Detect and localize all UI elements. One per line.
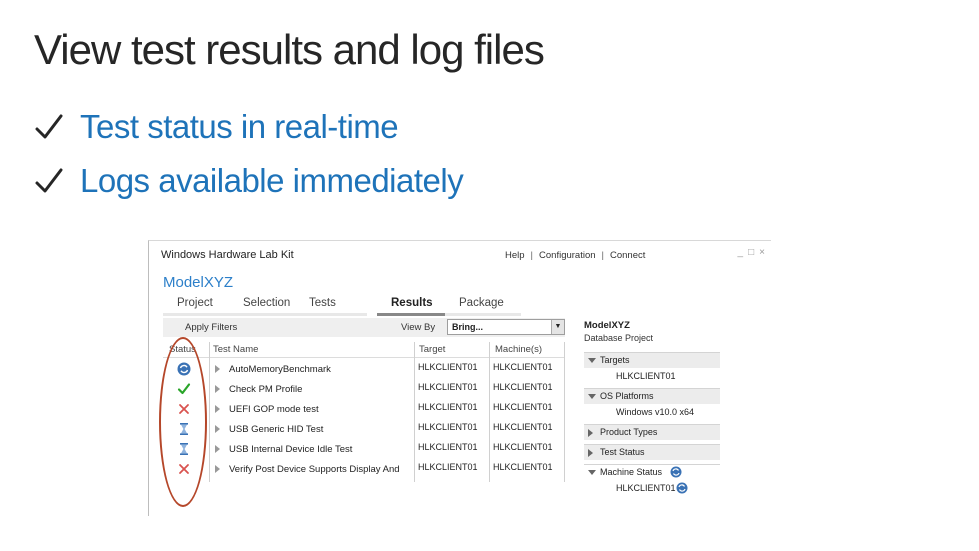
- targets-label: Targets: [600, 355, 630, 365]
- machine-status-section[interactable]: Machine Status: [584, 464, 720, 480]
- target-cell: HLKCLIENT01: [418, 422, 478, 432]
- tab-bar: Project Selection Tests Results Package: [163, 297, 603, 316]
- window-controls: _ □ ×: [738, 247, 765, 258]
- machine-cell: HLKCLIENT01: [493, 362, 553, 372]
- menu-separator: |: [530, 250, 534, 261]
- test-name-cell: USB Generic HID Test: [229, 424, 324, 435]
- machine-cell: HLKCLIENT01: [493, 442, 553, 452]
- product-types-label: Product Types: [600, 427, 658, 437]
- machine-cell: HLKCLIENT01: [493, 402, 553, 412]
- top-menu: Help | Configuration | Connect: [505, 250, 645, 261]
- refresh-icon: [670, 466, 682, 478]
- filter-bar: Apply Filters View By Bring... ▼: [163, 318, 565, 337]
- expand-row-icon[interactable]: [215, 425, 220, 433]
- tab-tests[interactable]: Tests: [295, 297, 367, 316]
- test-name-cell: Check PM Profile: [229, 384, 303, 395]
- side-panel-subtitle: Database Project: [584, 333, 654, 343]
- column-header-target[interactable]: Target: [419, 344, 445, 355]
- help-link[interactable]: Help: [505, 250, 525, 261]
- target-cell: HLKCLIENT01: [418, 382, 478, 392]
- menu-separator: |: [601, 250, 604, 261]
- view-by-value: Bring...: [452, 322, 483, 332]
- apply-filters-button[interactable]: Apply Filters: [185, 322, 237, 333]
- target-cell: HLKCLIENT01: [418, 442, 478, 452]
- tab-project[interactable]: Project: [163, 297, 239, 316]
- grid-header: Status Test Name Target Machine(s): [163, 342, 565, 358]
- checkmark-icon: [35, 168, 63, 193]
- test-name-cell: UEFI GOP mode test: [229, 404, 319, 415]
- refresh-icon: [676, 482, 688, 494]
- expand-row-icon[interactable]: [215, 385, 220, 393]
- collapse-icon[interactable]: [588, 470, 596, 475]
- machine-status-label: Machine Status: [600, 467, 663, 477]
- bullet-list: Test status in real-time Logs available …: [34, 100, 464, 208]
- bullet-text: Logs available immediately: [80, 162, 464, 199]
- bullet-text: Test status in real-time: [80, 108, 399, 145]
- table-row[interactable]: UEFI GOP mode test HLKCLIENT01 HLKCLIENT01: [163, 399, 565, 419]
- column-header-test-name[interactable]: Test Name: [213, 344, 258, 355]
- expand-icon[interactable]: [588, 449, 593, 457]
- tab-package[interactable]: Package: [445, 297, 521, 316]
- test-name-cell: Verify Post Device Supports Display And: [229, 464, 400, 475]
- os-platforms-label: OS Platforms: [600, 391, 654, 401]
- maximize-button[interactable]: □: [748, 247, 754, 258]
- tab-results[interactable]: Results: [377, 297, 451, 316]
- expand-row-icon[interactable]: [215, 465, 220, 473]
- title-bar: Windows Hardware Lab Kit Help | Configur…: [149, 241, 771, 269]
- expand-icon[interactable]: [588, 429, 593, 437]
- expand-row-icon[interactable]: [215, 365, 220, 373]
- dropdown-arrow-icon[interactable]: ▼: [551, 320, 564, 334]
- target-cell: HLKCLIENT01: [418, 362, 478, 372]
- status-column-highlight: [159, 337, 207, 507]
- product-types-section[interactable]: Product Types: [584, 424, 720, 440]
- machine-cell: HLKCLIENT01: [493, 422, 553, 432]
- target-item[interactable]: HLKCLIENT01: [616, 371, 676, 381]
- column-header-machines[interactable]: Machine(s): [495, 344, 542, 355]
- os-platforms-section[interactable]: OS Platforms: [584, 388, 720, 404]
- close-button[interactable]: ×: [759, 247, 765, 258]
- tab-selection[interactable]: Selection: [229, 297, 305, 316]
- bullet-item: Logs available immediately: [34, 154, 464, 208]
- slide-title: View test results and log files: [34, 26, 545, 73]
- expand-row-icon[interactable]: [215, 405, 220, 413]
- targets-section[interactable]: Targets: [584, 352, 720, 368]
- test-status-section[interactable]: Test Status: [584, 444, 720, 460]
- collapse-icon[interactable]: [588, 358, 596, 363]
- machine-item[interactable]: HLKCLIENT01: [616, 483, 676, 493]
- table-row[interactable]: Check PM Profile HLKCLIENT01 HLKCLIENT01: [163, 379, 565, 399]
- collapse-icon[interactable]: [588, 394, 596, 399]
- configuration-link[interactable]: Configuration: [539, 250, 596, 261]
- project-name: ModelXYZ: [163, 274, 234, 291]
- test-name-cell: AutoMemoryBenchmark: [229, 364, 331, 375]
- os-platform-item[interactable]: Windows v10.0 x64: [616, 407, 694, 417]
- view-by-label: View By: [401, 322, 436, 333]
- machine-cell: HLKCLIENT01: [493, 462, 553, 472]
- test-status-label: Test Status: [600, 447, 645, 457]
- minimize-button[interactable]: _: [738, 247, 744, 258]
- app-title: Windows Hardware Lab Kit: [161, 249, 294, 261]
- target-cell: HLKCLIENT01: [418, 462, 478, 472]
- table-row[interactable]: Verify Post Device Supports Display And H…: [163, 459, 565, 479]
- table-row[interactable]: USB Generic HID Test HLKCLIENT01 HLKCLIENT…: [163, 419, 565, 439]
- connect-link[interactable]: Connect: [610, 250, 645, 261]
- expand-row-icon[interactable]: [215, 445, 220, 453]
- bullet-item: Test status in real-time: [34, 100, 463, 154]
- target-cell: HLKCLIENT01: [418, 402, 478, 412]
- side-panel-title: ModelXYZ: [584, 320, 630, 331]
- table-row[interactable]: USB Internal Device Idle Test HLKCLIENT01…: [163, 439, 565, 459]
- machine-cell: HLKCLIENT01: [493, 382, 553, 392]
- table-row[interactable]: AutoMemoryBenchmark HLKCLIENT01 HLKCLIENT0…: [163, 359, 565, 379]
- test-name-cell: USB Internal Device Idle Test: [229, 444, 353, 455]
- view-by-dropdown[interactable]: Bring... ▼: [447, 319, 565, 335]
- checkmark-icon: [35, 114, 63, 139]
